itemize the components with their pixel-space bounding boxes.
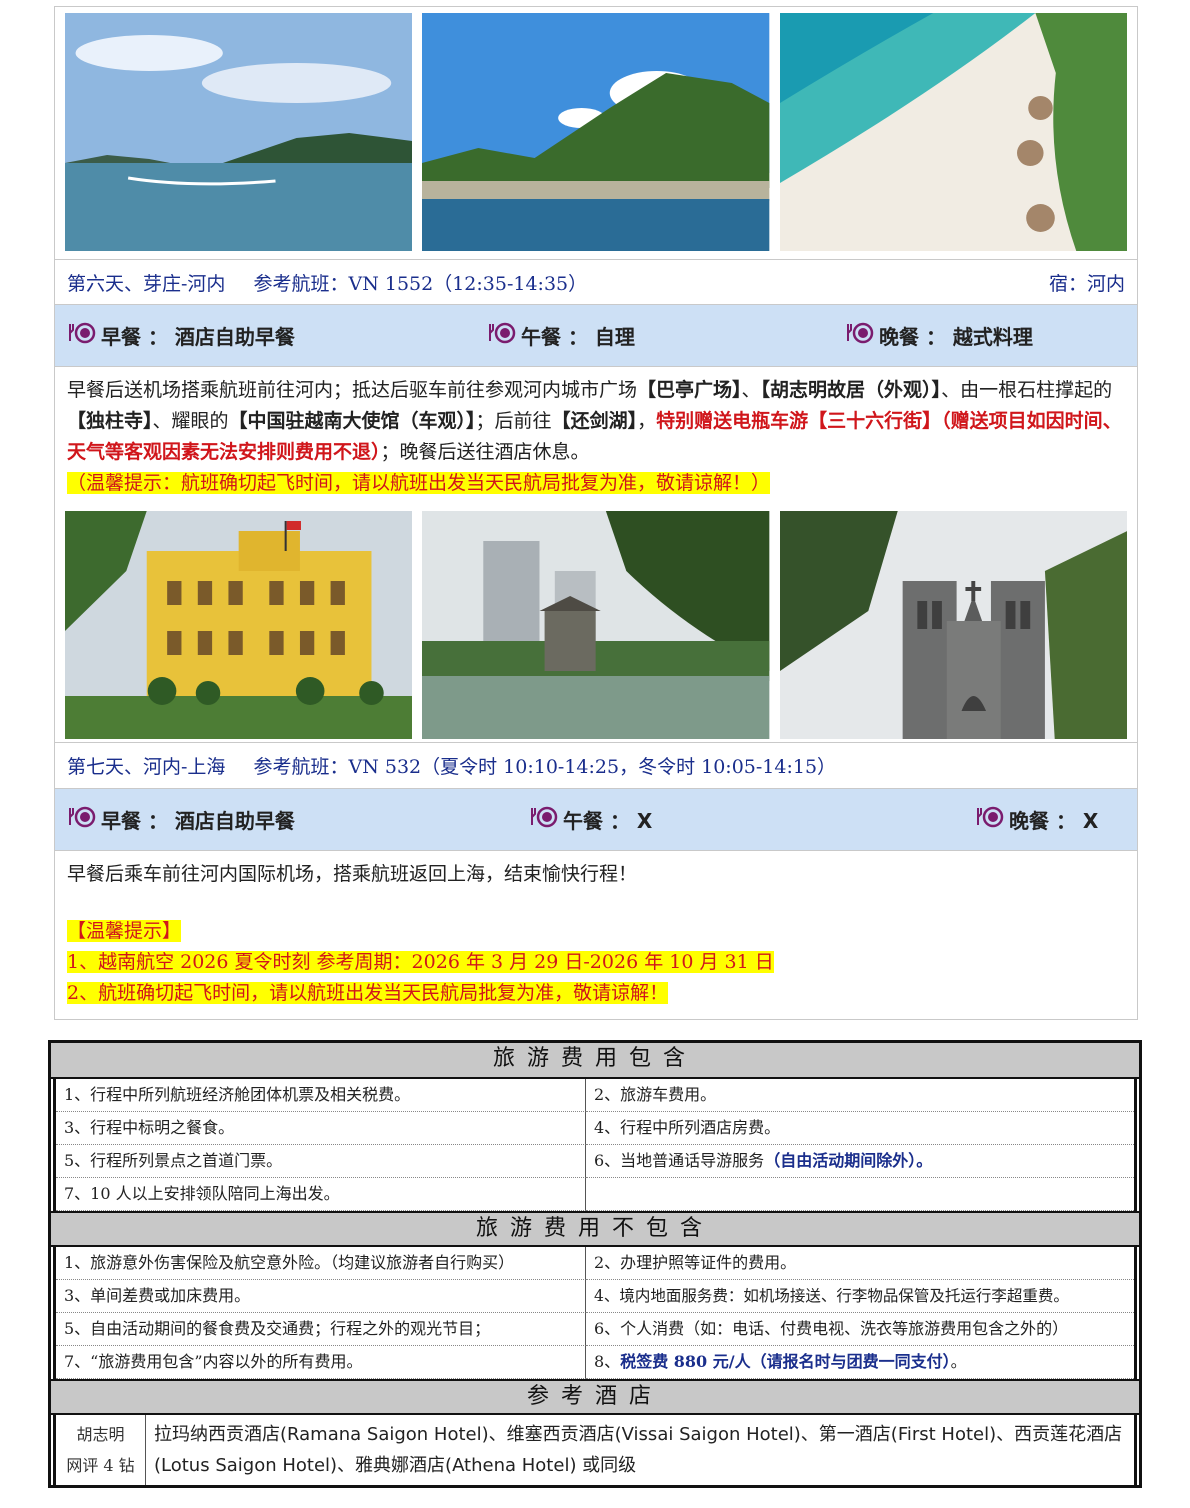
day6-header: 第六天、芽庄-河内 参考航班：VN 1552（12:35-14:35） 宿：河内 <box>55 259 1137 305</box>
photo-hoan-kiem-lake <box>422 511 770 739</box>
exclude-item: 1、旅游意外伤害保险及航空意外险。（均建议旅游者自行购买） <box>56 1247 586 1280</box>
photo-st-joseph-cathedral <box>779 511 1127 739</box>
photo-row-hanoi <box>55 505 1137 743</box>
day6-dinner: 晚餐 ： 越式料理 <box>845 321 1033 350</box>
fee-table: 旅游费用包含 1、行程中所列航班经济舱团体机票及相关税费。 2、旅游车费用。 3… <box>48 1040 1142 1488</box>
exclude-item: 6、个人消费（如：电话、付费电视、洗衣等旅游费用包含之外的） <box>586 1313 1134 1346</box>
hotel-list: 拉玛纳西贡酒店(Ramana Saigon Hotel)、维塞西贡酒店(Viss… <box>154 1424 1123 1476</box>
day6-title: 第六天、芽庄-河内 <box>67 272 226 295</box>
include-item: 3、行程中标明之餐食。 <box>56 1112 586 1145</box>
itinerary-section: 第六天、芽庄-河内 参考航班：VN 1552（12:35-14:35） 宿：河内… <box>54 6 1138 1020</box>
exclude-title: 旅游费用不包含 <box>51 1211 1139 1247</box>
day7-flight: 参考航班：VN 532（夏令时 10:10-14:25，冬令时 10:05-14… <box>253 756 837 778</box>
include-item <box>586 1178 1134 1211</box>
hotel-city-tag: 胡志明 网评 4 钻 <box>56 1415 146 1485</box>
exclude-item: 7、“旅游费用包含”内容以外的所有费用。 <box>56 1346 586 1379</box>
photo-presidential-palace <box>65 511 413 739</box>
include-title: 旅游费用包含 <box>51 1043 1139 1079</box>
include-item: 1、行程中所列航班经济舱团体机票及相关税费。 <box>56 1079 586 1112</box>
exclude-item: 3、单间差费或加床费用。 <box>56 1280 586 1313</box>
exclude-item: 2、办理护照等证件的费用。 <box>586 1247 1134 1280</box>
exclude-list: 1、旅游意外伤害保险及航空意外险。（均建议旅游者自行购买） 2、办理护照等证件的… <box>53 1247 1137 1379</box>
include-item: 5、行程所列景点之首道门票。 <box>56 1145 586 1178</box>
day6-tip: （温馨提示：航班确切起飞时间，请以航班出发当天民航局批复为准，敬请谅解！） <box>67 472 771 494</box>
meal-icon <box>67 321 97 350</box>
day7-lunch: 午餐 ： X <box>529 805 975 834</box>
day7-title: 第七天、河内-上海 <box>67 756 226 778</box>
tip-item: 2、航班确切起飞时间，请以航班出发当天民航局批复为准，敬请谅解！ <box>67 982 669 1004</box>
day7-tips: 【温馨提示】 1、越南航空 2026 夏令时刻 参考周期：2026 年 3 月 … <box>55 916 1137 1019</box>
tip-item: 1、越南航空 2026 夏令时刻 参考周期：2026 年 3 月 29 日-20… <box>67 951 774 973</box>
photo-beach <box>779 13 1127 251</box>
photo-sea-island <box>65 13 413 251</box>
hotel-row: 胡志明 网评 4 钻 拉玛纳西贡酒店(Ramana Saigon Hotel)、… <box>53 1415 1137 1485</box>
day6-flight: 参考航班：VN 1552（12:35-14:35） <box>253 272 588 295</box>
photo-coastline <box>422 13 770 251</box>
day6-description: 早餐后送机场搭乘航班前往河内；抵达后驱车前往参观河内城市广场【巴亭广场】、【胡志… <box>67 379 1122 494</box>
day7-header: 第七天、河内-上海 参考航班：VN 532（夏令时 10:10-14:25，冬令… <box>55 743 1137 789</box>
day6-breakfast: 早餐 ： 酒店自助早餐 <box>67 321 487 350</box>
exclude-item: 5、自由活动期间的餐食费及交通费；行程之外的观光节目； <box>56 1313 586 1346</box>
tip-title: 【温馨提示】 <box>67 920 182 942</box>
include-item: 6、当地普通话导游服务（自由活动期间除外）。 <box>586 1145 1134 1178</box>
day6-meal-bar: 早餐 ： 酒店自助早餐 午餐 ： 自理 晚餐 ： 越式料理 <box>55 305 1137 367</box>
meal-icon <box>845 321 875 350</box>
include-item: 7、10 人以上安排领队陪同上海出发。 <box>56 1178 586 1211</box>
photo-row-nha-trang <box>55 7 1137 259</box>
meal-icon <box>975 805 1005 834</box>
include-item: 2、旅游车费用。 <box>586 1079 1134 1112</box>
day7-description: 早餐后乘车前往河内国际机场，搭乘航班返回上海，结束愉快行程！ <box>67 863 638 885</box>
day6-lunch: 午餐 ： 自理 <box>487 321 845 350</box>
meal-icon <box>67 805 97 834</box>
include-list: 1、行程中所列航班经济舱团体机票及相关税费。 2、旅游车费用。 3、行程中标明之… <box>53 1079 1137 1211</box>
hotel-title: 参考酒店 <box>51 1379 1139 1415</box>
day7-dinner: 晚餐 ： X <box>975 805 1098 834</box>
day7-meal-bar: 早餐 ： 酒店自助早餐 午餐 ： X 晚餐 ： X <box>55 789 1137 851</box>
exclude-item: 4、境内地面服务费：如机场接送、行李物品保管及托运行李超重费。 <box>586 1280 1134 1313</box>
meal-icon <box>487 321 517 350</box>
meal-icon <box>529 805 559 834</box>
exclude-item: 8、税签费 880 元/人（请报名时与团费一同支付）。 <box>586 1346 1134 1379</box>
include-item: 4、行程中所列酒店房费。 <box>586 1112 1134 1145</box>
day7-breakfast: 早餐 ： 酒店自助早餐 <box>67 805 529 834</box>
day6-stay: 宿：河内 <box>1048 272 1125 295</box>
